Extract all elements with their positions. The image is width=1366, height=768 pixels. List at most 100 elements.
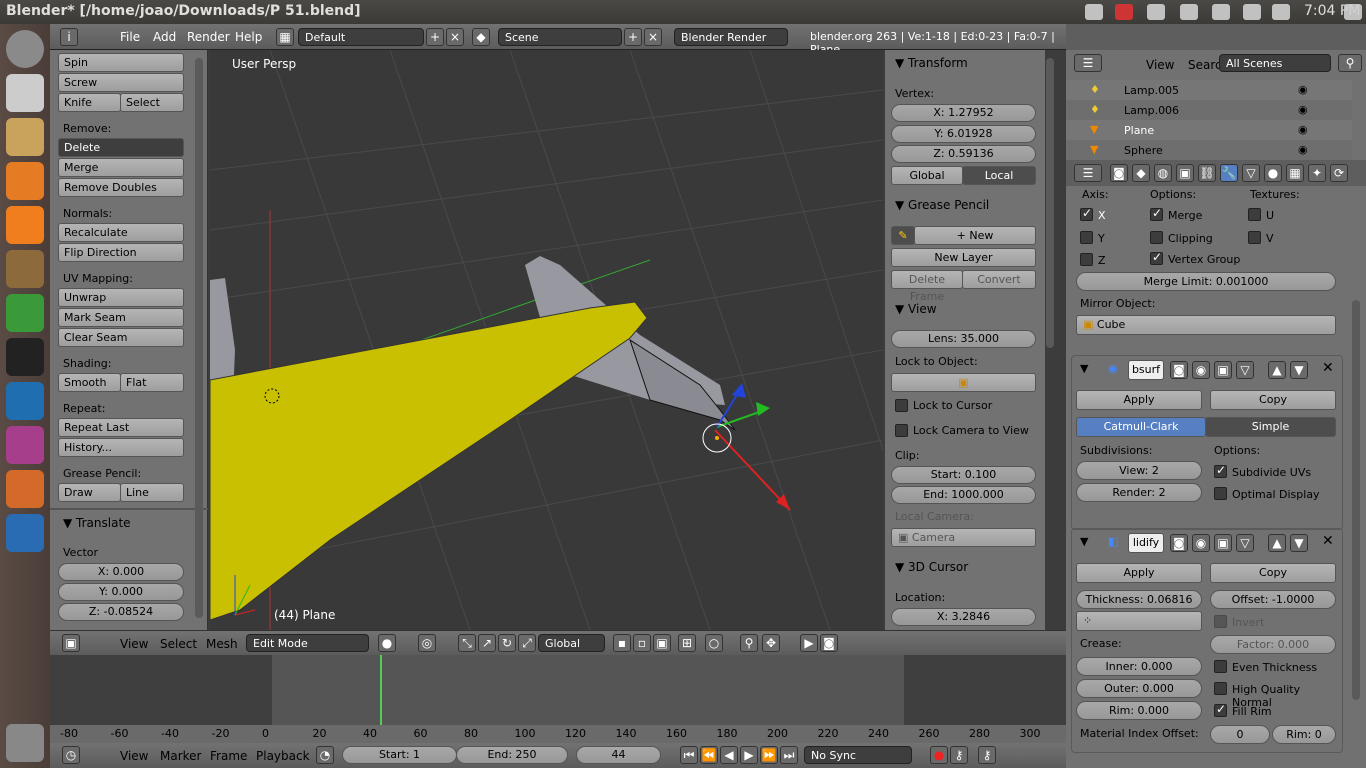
collapse-icon[interactable]: ▼ (1080, 535, 1088, 548)
properties-editor-icon[interactable]: ☰ (1074, 164, 1102, 182)
visibility-icon[interactable]: ◉ (1298, 103, 1308, 116)
translate-z-field[interactable]: Z: -0.08524 (58, 603, 184, 621)
proportional-icon[interactable]: ○ (705, 634, 723, 652)
merge-checkbox[interactable] (1150, 206, 1163, 221)
axis-x-checkbox[interactable] (1080, 206, 1093, 221)
remove-modifier-icon[interactable]: ✕ (1322, 360, 1334, 376)
local-toggle[interactable]: Local (962, 166, 1036, 185)
play-reverse-icon[interactable]: ◀ (720, 746, 738, 764)
translate-x-field[interactable]: X: 0.000 (58, 563, 184, 581)
optimal-display-checkbox[interactable] (1214, 487, 1227, 500)
timeline[interactable]: -80 -60 -40 -20 0 20 40 60 80 100 120 140 160 180 200 2… (50, 655, 1066, 743)
crease-outer-field[interactable]: Outer: 0.000 (1076, 679, 1202, 698)
move-down-icon[interactable]: ▼ (1290, 534, 1308, 552)
particles-tab-icon[interactable]: ✦ (1308, 164, 1326, 182)
move-down-icon[interactable]: ▼ (1290, 361, 1308, 379)
dash-icon[interactable] (6, 30, 44, 68)
fill-rim-checkbox[interactable] (1214, 702, 1227, 717)
end-frame-field[interactable]: End: 250 (456, 746, 568, 764)
menu-add[interactable]: Add (153, 30, 176, 44)
mark-seam-button[interactable]: Mark Seam (58, 308, 184, 327)
new-layer-button[interactable]: New Layer (891, 248, 1036, 267)
move-up-icon[interactable]: ▲ (1268, 534, 1286, 552)
editmode-toggle-icon[interactable]: ▣ (1214, 361, 1232, 379)
shading-icon[interactable]: ● (378, 634, 396, 652)
cage-toggle-icon[interactable]: ▽ (1236, 534, 1254, 552)
jump-start-icon[interactable]: ⏮ (680, 746, 698, 764)
view-menu[interactable]: View (120, 637, 148, 651)
keying-icon[interactable]: ⚷ (950, 746, 968, 764)
snap-icon[interactable]: ⚲ (740, 634, 758, 652)
texture-tab-icon[interactable]: ▦ (1286, 164, 1304, 182)
line-button[interactable]: Line (120, 483, 184, 502)
outliner-search-icon[interactable]: ⚲ (1338, 54, 1362, 72)
modifier-name-field[interactable]: bsurf (1128, 360, 1164, 380)
outliner-view-menu[interactable]: View (1146, 58, 1174, 72)
repeat-last-button[interactable]: Repeat Last (58, 418, 184, 437)
delete-dropdown[interactable]: Delete (58, 138, 184, 157)
remove-doubles-button[interactable]: Remove Doubles (58, 178, 184, 197)
terminal-icon[interactable] (6, 338, 44, 376)
transform-header[interactable]: ▼ Transform (895, 56, 968, 70)
crease-rim-field[interactable]: Rim: 0.000 (1076, 701, 1202, 720)
current-frame-field[interactable]: 44 (576, 746, 661, 764)
global-toggle[interactable]: Global (891, 166, 963, 185)
object-tab-icon[interactable]: ▣ (1176, 164, 1194, 182)
delete-frame-button[interactable]: Delete Frame (891, 270, 963, 303)
outliner-editor-icon[interactable]: ☰ (1074, 54, 1102, 72)
camera-icon[interactable]: ◙ (820, 634, 838, 652)
hq-normal-checkbox[interactable] (1214, 682, 1227, 695)
translate-y-field[interactable]: Y: 0.000 (58, 583, 184, 601)
remove-scene-button[interactable]: × (644, 28, 662, 46)
rotate-icon[interactable]: ↻ (498, 634, 516, 652)
clip-end-field[interactable]: End: 1000.000 (891, 486, 1036, 504)
axis-y-checkbox[interactable] (1080, 231, 1093, 244)
3d-cursor-header[interactable]: ▼ 3D Cursor (895, 560, 968, 574)
power-icon[interactable] (1344, 4, 1362, 20)
outliner-item-name[interactable]: Plane (1124, 124, 1154, 137)
vertex-group-checkbox[interactable] (1150, 250, 1163, 265)
material-offset-field[interactable]: 0 (1210, 725, 1270, 744)
merge-button[interactable]: Merge (58, 158, 184, 177)
screw-button[interactable]: Screw (58, 73, 184, 92)
snap-element-icon[interactable]: ✥ (762, 634, 780, 652)
camera-field[interactable]: ▣ Camera (891, 528, 1036, 547)
settings-icon[interactable] (1085, 4, 1103, 20)
flat-button[interactable]: Flat (120, 373, 184, 392)
flip-direction-button[interactable]: Flip Direction (58, 243, 184, 262)
catmull-clark-toggle[interactable]: Catmull-Clark (1076, 417, 1206, 437)
clipping-checkbox[interactable] (1150, 231, 1163, 244)
texture-u-checkbox[interactable] (1248, 208, 1261, 221)
knife-button[interactable]: Knife (58, 93, 121, 112)
timeline-view-menu[interactable]: View (120, 749, 148, 763)
menu-file[interactable]: File (120, 30, 140, 44)
solidify-copy-button[interactable]: Copy (1210, 563, 1336, 583)
clear-seam-button[interactable]: Clear Seam (58, 328, 184, 347)
face-select-icon[interactable]: ▣ (653, 634, 671, 652)
scene-tab-icon[interactable]: ◆ (1132, 164, 1150, 182)
mirror-object-field[interactable]: ▣ Cube (1076, 315, 1336, 335)
orientation-select[interactable]: Global (538, 634, 605, 652)
firefox-icon[interactable] (6, 162, 44, 200)
cage-toggle-icon[interactable]: ▽ (1236, 361, 1254, 379)
frame-menu[interactable]: Frame (210, 749, 247, 763)
rim-offset-field[interactable]: Rim: 0 (1272, 725, 1336, 744)
modifiers-tab-icon[interactable]: 🔧 (1220, 164, 1238, 182)
play-icon[interactable]: ▶ (740, 746, 758, 764)
subsurf-copy-button[interactable]: Copy (1210, 390, 1336, 410)
next-key-icon[interactable]: ⏩ (760, 746, 778, 764)
keyingset-icon[interactable]: ⚷ (978, 746, 996, 764)
mail-envelope-icon[interactable] (1272, 4, 1290, 20)
lock-cursor-checkbox[interactable] (895, 399, 908, 412)
menu-render[interactable]: Render (187, 30, 230, 44)
outliner-row[interactable]: ♦ Lamp.005 ◉ (1066, 80, 1352, 100)
viewport-toggle-icon[interactable]: ◉ (1192, 361, 1210, 379)
subsurf-apply-button[interactable]: Apply (1076, 390, 1202, 410)
outliner-row[interactable]: ▼ Plane ◉ (1066, 120, 1352, 140)
grease-new-button[interactable]: + New (914, 226, 1036, 245)
scene-icon[interactable]: ◆ (472, 28, 490, 46)
solidify-apply-button[interactable]: Apply (1076, 563, 1202, 583)
draw-button[interactable]: Draw (58, 483, 121, 502)
smooth-button[interactable]: Smooth (58, 373, 121, 392)
layout-icon[interactable]: ▦ (276, 28, 294, 46)
